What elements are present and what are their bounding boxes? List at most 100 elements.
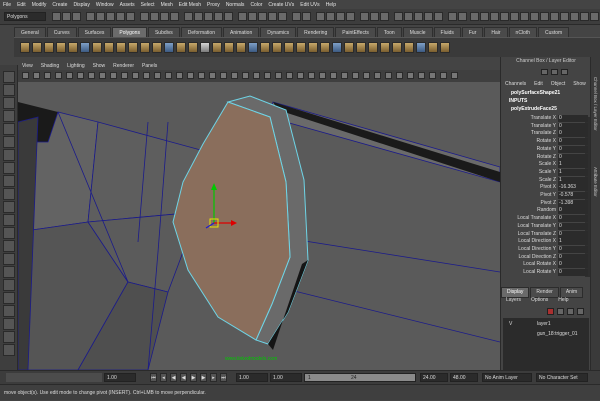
status-tool-icon[interactable] <box>500 12 509 21</box>
shelf-tool-icon[interactable] <box>332 42 342 53</box>
shelf-tool-icon[interactable] <box>92 42 102 53</box>
attribute-value-field[interactable]: 0 <box>558 253 588 261</box>
shelf-tool-icon[interactable] <box>116 42 126 53</box>
status-tool-icon[interactable] <box>590 12 599 21</box>
shelf-tool-icon[interactable] <box>368 42 378 53</box>
attribute-row[interactable]: Rotate X0 <box>501 138 589 146</box>
step-forward-button[interactable]: ▸ <box>210 373 217 382</box>
viewport-toolbar-icon[interactable] <box>286 72 293 79</box>
play-backward-button[interactable]: ◀ <box>180 373 187 382</box>
layer-row[interactable]: Vlayer1 <box>507 320 591 329</box>
viewport-toolbar-icon[interactable] <box>264 72 271 79</box>
attribute-value-field[interactable]: 0 <box>558 122 588 130</box>
shelf-tool-icon[interactable] <box>68 42 78 53</box>
viewport-toolbar-icon[interactable] <box>187 72 194 79</box>
attribute-value-field[interactable]: -1.398 <box>558 199 588 207</box>
attribute-value-field[interactable]: 0 <box>558 245 588 253</box>
attribute-row[interactable]: Local Rotate X0 <box>501 261 589 269</box>
shelf-tool-icon[interactable] <box>200 42 210 53</box>
attribute-row[interactable]: Local Rotate Y0 <box>501 269 589 277</box>
viewport-toolbar-icon[interactable] <box>220 72 227 79</box>
viewport-toolbar-icon[interactable] <box>99 72 106 79</box>
shelf-tool-icon[interactable] <box>236 42 246 53</box>
channel-box-side-tab[interactable]: Channel Box / Layer Editor <box>593 77 598 131</box>
step-back-button[interactable]: ◂ <box>160 373 167 382</box>
current-time-field[interactable]: 1.00 <box>104 373 136 382</box>
viewport-toolbar-icon[interactable] <box>352 72 359 79</box>
attribute-row[interactable]: Local Translate Y0 <box>501 222 589 231</box>
status-tool-icon[interactable] <box>268 12 277 21</box>
layer-add-icon[interactable] <box>557 308 564 315</box>
menu-create[interactable]: Create <box>49 2 70 8</box>
status-tool-icon[interactable] <box>370 12 379 21</box>
status-tool-icon[interactable] <box>214 12 223 21</box>
attribute-value-field[interactable]: -0.578 <box>558 192 588 199</box>
shelf-tool-icon[interactable] <box>416 42 426 53</box>
viewport-toolbar-icon[interactable] <box>22 72 29 79</box>
viewport-menu-show[interactable]: Show <box>89 63 110 69</box>
attribute-row[interactable]: Translate Z0 <box>501 130 589 138</box>
shelf-tool-icon[interactable] <box>176 42 186 53</box>
object-name[interactable]: polySurfaceShape21 <box>511 90 560 96</box>
shelf-tool-icon[interactable] <box>44 42 54 53</box>
viewport-toolbar-icon[interactable] <box>308 72 315 79</box>
channel-menu-channels[interactable]: Channels <box>501 81 530 89</box>
viewport-toolbar-icon[interactable] <box>33 72 40 79</box>
menu-mesh[interactable]: Mesh <box>158 2 176 8</box>
toolbox-tool-icon[interactable] <box>3 253 15 265</box>
viewport-toolbar-icon[interactable] <box>66 72 73 79</box>
viewport-toolbar-icon[interactable] <box>209 72 216 79</box>
attribute-row[interactable]: Scale X1 <box>501 161 589 169</box>
shelf-tool-icon[interactable] <box>272 42 282 53</box>
range-bar[interactable]: 1 24 <box>304 373 416 382</box>
status-tool-icon[interactable] <box>62 12 71 21</box>
status-tool-icon[interactable] <box>170 12 179 21</box>
viewport-toolbar-icon[interactable] <box>154 72 161 79</box>
viewport-toolbar-icon[interactable] <box>242 72 249 79</box>
shelf-tool-icon[interactable] <box>404 42 414 53</box>
shelf-tool-icon[interactable] <box>248 42 258 53</box>
viewport-toolbar-icon[interactable] <box>374 72 381 79</box>
layer-name[interactable]: gun_18:trigger_01 <box>537 330 578 339</box>
attribute-value-field[interactable]: 1 <box>558 238 588 246</box>
status-tool-icon[interactable] <box>194 12 203 21</box>
attribute-row[interactable]: Local Direction Z0 <box>501 253 589 262</box>
attribute-row[interactable]: Random 0 <box>501 207 589 215</box>
attribute-row[interactable]: Translate Y0 <box>501 122 589 131</box>
status-tool-icon[interactable] <box>160 12 169 21</box>
playback-start-field[interactable]: 1.00 <box>270 373 302 382</box>
shelf-tool-icon[interactable] <box>440 42 450 53</box>
attribute-value-field[interactable]: 0 <box>558 207 588 215</box>
status-tool-icon[interactable] <box>248 12 257 21</box>
attribute-row[interactable]: Local Direction Y0 <box>501 245 589 254</box>
menu-display[interactable]: Display <box>70 2 92 8</box>
status-tool-icon[interactable] <box>204 12 213 21</box>
toolbox-tool-icon[interactable] <box>3 84 15 96</box>
viewport-menu-lighting[interactable]: Lighting <box>63 63 89 69</box>
layer-menu-options[interactable]: Options <box>526 297 553 305</box>
toolbox-tool-icon[interactable] <box>3 266 15 278</box>
status-tool-icon[interactable] <box>72 12 81 21</box>
shelf-tool-icon[interactable] <box>128 42 138 53</box>
layer-options-icon[interactable] <box>577 308 584 315</box>
toolbox-tool-icon[interactable] <box>3 240 15 252</box>
viewport-menu-view[interactable]: View <box>18 63 37 69</box>
status-tool-icon[interactable] <box>238 12 247 21</box>
menu-proxy[interactable]: Proxy <box>204 2 223 8</box>
shelf-tool-icon[interactable] <box>380 42 390 53</box>
shelf-tool-icon[interactable] <box>188 42 198 53</box>
toolbox-tool-icon[interactable] <box>3 227 15 239</box>
status-tool-icon[interactable] <box>424 12 433 21</box>
attribute-row[interactable]: Rotate Z0 <box>501 153 589 162</box>
layer-name[interactable]: layer1 <box>537 320 551 329</box>
status-tool-icon[interactable] <box>302 12 311 21</box>
viewport-toolbar-icon[interactable] <box>231 72 238 79</box>
viewport-toolbar-icon[interactable] <box>363 72 370 79</box>
attribute-row[interactable]: Rotate Y0 <box>501 145 589 154</box>
layer-menu-help[interactable]: Help <box>553 297 573 305</box>
toolbox-tool-icon[interactable] <box>3 279 15 291</box>
step-forward-key-button[interactable]: ▶ <box>200 373 207 382</box>
channel-menu-show[interactable]: Show <box>569 81 590 89</box>
attribute-value-field[interactable]: 1 <box>558 168 588 176</box>
attribute-value-field[interactable]: 0 <box>558 138 588 146</box>
